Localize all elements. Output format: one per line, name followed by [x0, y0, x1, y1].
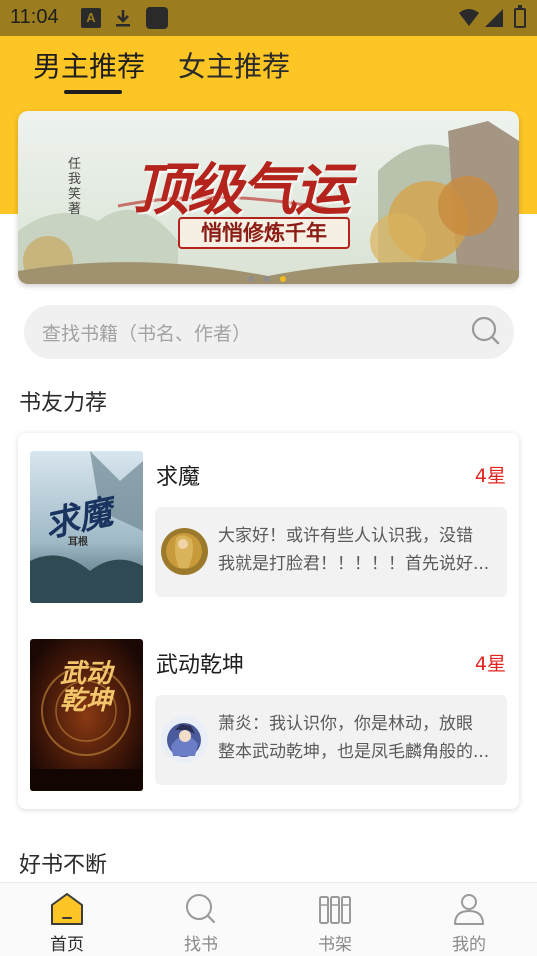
review-snippet[interactable]: 萧炎：我认识你，你是林动，放眼 整本武动乾坤，也是凤毛麟角般的...: [155, 695, 507, 785]
banner-pagination: [248, 267, 296, 284]
cover-author: 耳根: [68, 537, 88, 548]
nav-home[interactable]: 首页: [0, 883, 134, 956]
notification-a-icon: A: [81, 8, 101, 28]
tab-active-indicator: [64, 90, 122, 94]
cover-title: 武动乾坤: [60, 659, 113, 716]
book-title[interactable]: 求魔: [156, 459, 200, 491]
banner-dot[interactable]: [248, 276, 254, 282]
bookshelf-icon: [319, 896, 351, 924]
nav-label: 书架: [318, 935, 352, 955]
review-line: 萧炎：我认识你，你是林动，放眼: [218, 714, 473, 734]
book-title[interactable]: 武动乾坤: [156, 647, 244, 679]
nav-label: 找书: [184, 935, 218, 955]
nav-find-books[interactable]: 找书: [134, 883, 268, 956]
app-notification-icon: [146, 7, 168, 29]
tab-male-recommend[interactable]: 男主推荐: [33, 45, 145, 85]
promo-banner[interactable]: 任我笑著 顶级气运 悄悄修炼千年: [18, 111, 519, 284]
search-placeholder: 查找书籍（书名、作者）: [42, 323, 252, 345]
list-item[interactable]: 求魔 耳根 求魔 4星 大家好！或许有些人认识我，没错 我就是打脸君！！！！！首…: [30, 451, 507, 603]
section-title-recommend: 书友力荐: [19, 391, 108, 416]
banner-subtitle: 悄悄修炼千年: [178, 217, 350, 249]
signal-icon: [485, 9, 503, 27]
list-item[interactable]: 武动乾坤 武动乾坤 4星 萧炎：我认识你，你是林动，放眼 整本武动乾坤，也是凤毛…: [30, 639, 507, 791]
review-line: 整本武动乾坤，也是凤毛麟角般的...: [218, 742, 490, 762]
nav-label: 我的: [452, 935, 486, 955]
review-snippet[interactable]: 大家好！或许有些人认识我，没错 我就是打脸君！！！！！首先说好...: [155, 507, 507, 597]
review-line: 我就是打脸君！！！！！首先说好...: [218, 554, 490, 574]
search-input[interactable]: 查找书籍（书名、作者）: [24, 305, 514, 359]
banner-dot[interactable]: [264, 276, 270, 282]
bottom-navigation: 首页 找书 书架 我的: [0, 882, 537, 956]
recommend-card: 求魔 耳根 求魔 4星 大家好！或许有些人认识我，没错 我就是打脸君！！！！！首…: [18, 433, 519, 809]
book-rating: 4星: [474, 653, 506, 675]
tab-female-recommend[interactable]: 女主推荐: [178, 45, 290, 85]
download-icon: [116, 10, 130, 27]
search-icon[interactable]: [470, 315, 502, 347]
banner-dot-active[interactable]: [280, 276, 286, 282]
section-title-good-books: 好书不断: [19, 853, 108, 878]
review-text: 萧炎：我认识你，你是林动，放眼 整本武动乾坤，也是凤毛麟角般的...: [218, 710, 500, 766]
battery-icon: [514, 5, 526, 28]
book-cover[interactable]: 武动乾坤: [30, 639, 143, 791]
book-cover[interactable]: 求魔 耳根: [30, 451, 143, 603]
wifi-icon: [459, 9, 479, 26]
review-text: 大家好！或许有些人认识我，没错 我就是打脸君！！！！！首先说好...: [218, 522, 500, 578]
nav-label: 首页: [50, 935, 84, 955]
nav-profile[interactable]: 我的: [402, 883, 536, 956]
banner-title: 顶级气运: [133, 157, 351, 223]
search-icon: [186, 894, 216, 924]
avatar: [161, 716, 208, 763]
avatar: [161, 528, 208, 575]
banner-author: 任我笑著: [68, 157, 82, 217]
status-bar: 11:04 A: [0, 0, 537, 36]
status-time: 11:04: [10, 6, 59, 28]
profile-icon: [454, 894, 484, 925]
home-icon: [51, 893, 83, 925]
nav-bookshelf[interactable]: 书架: [268, 883, 402, 956]
review-line: 大家好！或许有些人认识我，没错: [218, 526, 473, 546]
book-rating: 4星: [474, 465, 506, 487]
